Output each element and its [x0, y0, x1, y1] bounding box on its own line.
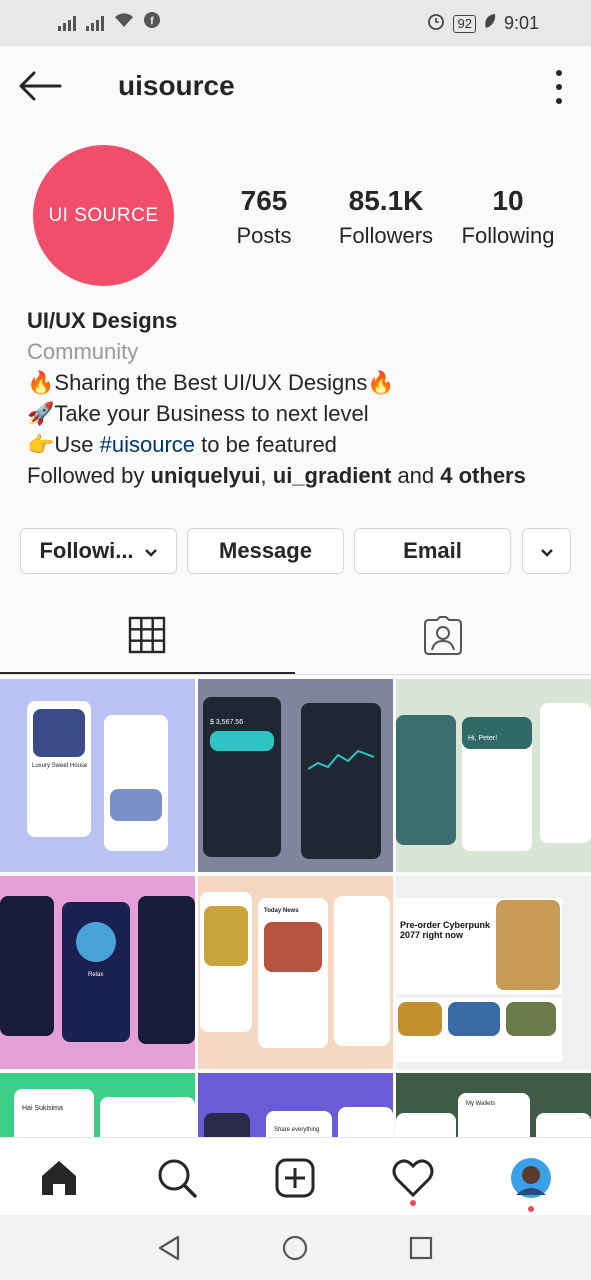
- signal-icon: [58, 15, 76, 31]
- posts-label: Posts: [236, 223, 292, 248]
- followed-user-2: ui_gradient: [272, 463, 392, 488]
- email-button-label: Email: [403, 538, 462, 563]
- message-button-label: Message: [219, 538, 312, 563]
- post-text: $ 3,567.56: [210, 719, 244, 726]
- chevron-down-icon: [144, 538, 158, 564]
- bio-line-3: 👉Use #uisource to be featured: [27, 429, 587, 460]
- followers-value: 85.1K: [348, 185, 424, 216]
- profile-tabs: [0, 600, 591, 676]
- followers-label: Followers: [338, 223, 434, 248]
- post-text: Share everything: [274, 1127, 320, 1133]
- activity-notification-dot: [410, 1200, 416, 1206]
- following-label: Following: [461, 223, 555, 248]
- posts-value: 765: [240, 185, 288, 216]
- search-icon[interactable]: [155, 1156, 199, 1200]
- bio-line-2: 🚀Take your Business to next level: [27, 401, 369, 426]
- bio-line-3-suffix: to be featured: [195, 432, 337, 457]
- hashtag-link[interactable]: #uisource: [100, 432, 195, 457]
- post-text: Pre-order Cyberpunk 2077 right now: [400, 920, 491, 940]
- bio-line-1: 🔥Sharing the Best UI/UX Designs🔥: [27, 370, 395, 395]
- profile-avatar[interactable]: UI SOURCE: [33, 145, 174, 286]
- profile-username: uisource: [118, 70, 235, 101]
- more-options-icon[interactable]: [549, 70, 569, 104]
- followed-and: and: [391, 463, 441, 488]
- bio-line-3-prefix: 👉Use: [27, 432, 100, 457]
- back-arrow-icon[interactable]: [18, 70, 62, 102]
- profile-stats: 765 Posts 85.1K Followers 10 Following: [210, 185, 580, 255]
- message-button[interactable]: Message: [187, 528, 344, 574]
- wifi-icon: [114, 12, 134, 33]
- battery-indicator: 92: [453, 14, 476, 33]
- post-thumbnail[interactable]: Today News: [198, 876, 393, 1069]
- clock-time: 9:01: [503, 13, 539, 33]
- followers-count[interactable]: 85.1K Followers: [321, 185, 451, 249]
- post-thumbnail[interactable]: Share everything: [198, 1073, 393, 1137]
- post-text: My Wallets: [466, 1101, 496, 1107]
- profile-avatar-nav[interactable]: [509, 1156, 553, 1200]
- grid-tab-icon[interactable]: [128, 616, 166, 659]
- following-button-label: Followi...: [39, 538, 134, 563]
- post-thumbnail[interactable]: $ 3,567.56: [198, 679, 393, 872]
- profile-bio: UI/UX Designs Community 🔥Sharing the Bes…: [27, 305, 587, 491]
- activity-heart-icon[interactable]: [391, 1156, 435, 1200]
- facebook-icon: f: [144, 12, 160, 33]
- chevron-down-icon: [540, 538, 554, 564]
- system-navigation-bar: [0, 1215, 591, 1280]
- post-thumbnail[interactable]: Hai Sukisima: [0, 1073, 195, 1137]
- tagged-tab-icon[interactable]: [423, 616, 463, 661]
- followed-by[interactable]: Followed by uniquelyui, ui_gradient and …: [27, 460, 587, 491]
- post-thumbnail[interactable]: Luxury Sweet House: [0, 679, 195, 872]
- profile-notification-dot: [528, 1206, 534, 1212]
- home-icon[interactable]: [37, 1156, 81, 1200]
- svg-text:f: f: [150, 16, 154, 28]
- post-text: Relax: [88, 972, 104, 978]
- post-thumbnail[interactable]: My Wallets: [396, 1073, 591, 1137]
- back-triangle-icon[interactable]: [156, 1235, 182, 1266]
- post-grid: Luxury Sweet House $ 3,567.56 Hi, Peter!…: [0, 679, 591, 1137]
- suggested-accounts-button[interactable]: [522, 528, 571, 574]
- following-button[interactable]: Followi...: [20, 528, 177, 574]
- status-left: f: [58, 12, 160, 33]
- post-thumbnail[interactable]: Relax: [0, 876, 195, 1069]
- recents-square-icon[interactable]: [408, 1235, 434, 1266]
- post-text: Luxury Sweet House: [32, 763, 88, 769]
- post-text: Hai Sukisima: [22, 1105, 63, 1112]
- status-right: 92 9:01: [427, 12, 539, 35]
- following-count[interactable]: 10 Following: [443, 185, 573, 249]
- tabs-divider: [0, 674, 591, 675]
- following-value: 10: [492, 185, 524, 216]
- new-post-icon[interactable]: [273, 1156, 317, 1200]
- email-button[interactable]: Email: [354, 528, 511, 574]
- status-bar: f 92 9:01: [0, 0, 591, 46]
- alarm-icon: [427, 12, 445, 35]
- followed-by-prefix: Followed by: [27, 463, 151, 488]
- followed-user-1: uniquelyui: [150, 463, 261, 488]
- posts-count[interactable]: 765 Posts: [199, 185, 329, 249]
- home-circle-icon[interactable]: [282, 1235, 308, 1266]
- signal-icon-2: [86, 15, 104, 31]
- avatar-text: UI SOURCE: [48, 204, 159, 226]
- leaf-icon: [484, 13, 496, 34]
- profile-category: Community: [27, 339, 139, 364]
- profile-header: uisource: [0, 46, 591, 128]
- bottom-navigation: [0, 1137, 591, 1216]
- followed-separator: ,: [260, 463, 273, 488]
- post-thumbnail[interactable]: Pre-order Cyberpunk 2077 right now: [396, 876, 591, 1069]
- profile-display-name: UI/UX Designs: [27, 308, 178, 333]
- post-text: Hi, Peter!: [468, 735, 498, 742]
- post-text: Today News: [264, 908, 299, 914]
- followed-others: 4 others: [440, 463, 526, 488]
- post-thumbnail[interactable]: Hi, Peter!: [396, 679, 591, 872]
